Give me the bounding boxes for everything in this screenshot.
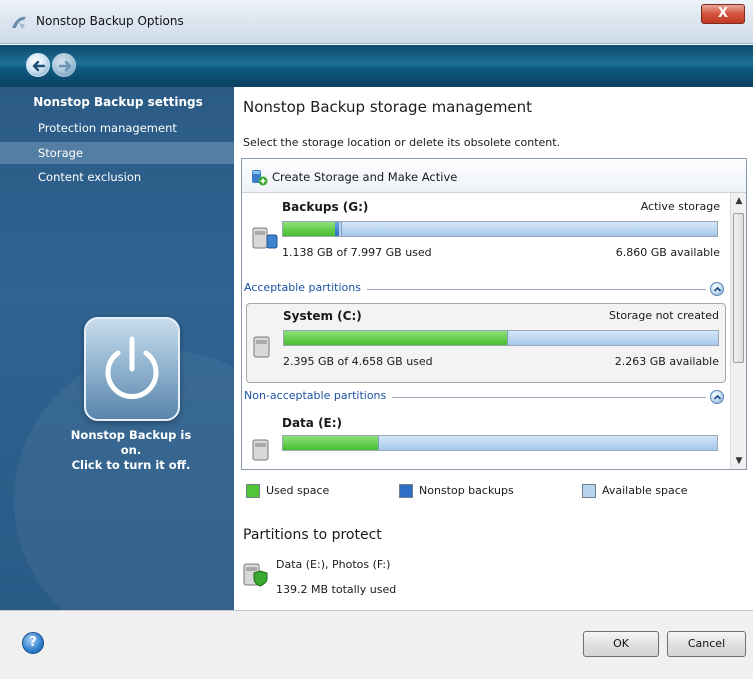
available-space-segment: [507, 331, 718, 345]
back-button[interactable]: [26, 53, 50, 77]
forward-arrow-icon: [58, 60, 72, 72]
partitions-to-protect-title: Partitions to protect: [243, 527, 382, 543]
sidebar-item-protection-management[interactable]: Protection management: [0, 117, 234, 139]
chevron-up-icon: [713, 286, 722, 292]
scroll-down-button[interactable]: ▼: [731, 453, 747, 469]
backups-swatch: [399, 484, 413, 498]
scroll-up-button[interactable]: ▲: [731, 193, 747, 209]
add-storage-icon: [252, 170, 268, 186]
cancel-button[interactable]: Cancel: [667, 631, 746, 657]
close-button[interactable]: X: [701, 4, 745, 24]
available-swatch: [582, 484, 596, 498]
legend-used: Used space: [246, 483, 329, 499]
collapse-non-acceptable-button[interactable]: [710, 390, 724, 404]
storage-scroll-area[interactable]: Backups (G:) Active storage 1.138 GB of …: [242, 193, 730, 469]
storage-drive-icon: [252, 227, 278, 249]
protected-size-text: 139.2 MB totally used: [276, 583, 397, 596]
usage-bar: [282, 221, 718, 237]
non-acceptable-partitions-label: Non-acceptable partitions: [244, 389, 393, 402]
drive-system-c[interactable]: System (C:) Storage not created 2.395 GB…: [246, 303, 726, 383]
create-storage-button[interactable]: Create Storage and Make Active: [250, 168, 457, 186]
back-arrow-icon: [32, 60, 46, 72]
help-button[interactable]: ?: [22, 632, 44, 654]
drive-status: Active storage: [640, 200, 720, 213]
hard-drive-icon: [253, 336, 270, 358]
page-title: Nonstop Backup storage management: [243, 98, 533, 116]
power-icon: [105, 336, 159, 399]
drive-available-text: 6.860 GB available: [615, 246, 720, 259]
protected-drive-icon[interactable]: [243, 561, 269, 587]
scrollbar-thumb[interactable]: [733, 213, 744, 363]
usage-bar: [282, 435, 718, 451]
navigation-bar: [0, 45, 753, 87]
status-line-1: Nonstop Backup is: [70, 428, 192, 442]
sidebar-heading: Nonstop Backup settings: [33, 95, 203, 109]
vertical-scrollbar[interactable]: ▲ ▼: [730, 193, 746, 469]
drive-used-text: 1.138 GB of 7.997 GB used: [282, 246, 432, 259]
usage-bar: [283, 330, 719, 346]
forward-button[interactable]: [52, 53, 76, 77]
used-space-segment: [283, 436, 379, 450]
non-acceptable-partitions-header: Non-acceptable partitions: [242, 388, 730, 406]
title-bar: Nonstop Backup Options X: [0, 0, 753, 44]
used-swatch: [246, 484, 260, 498]
legend-available-label: Available space: [602, 484, 688, 497]
collapse-acceptable-button[interactable]: [710, 282, 724, 296]
sidebar-item-storage[interactable]: Storage: [0, 142, 234, 164]
legend-backups: Nonstop backups: [399, 483, 514, 499]
legend-used-label: Used space: [266, 484, 330, 497]
available-space-segment: [378, 436, 717, 450]
acceptable-partitions-label: Acceptable partitions: [244, 281, 367, 294]
storage-list-panel: Create Storage and Make Active Backups (…: [241, 158, 747, 470]
sidebar-item-content-exclusion[interactable]: Content exclusion: [0, 166, 234, 188]
drive-backups-g[interactable]: Backups (G:) Active storage 1.138 GB of …: [246, 195, 726, 275]
ok-button[interactable]: OK: [583, 631, 659, 657]
protected-partitions-text[interactable]: Data (E:), Photos (F:): [276, 558, 390, 571]
drive-data-e[interactable]: Data (E:): [246, 411, 726, 469]
storage-toolbar: Create Storage and Make Active: [242, 159, 746, 193]
used-space-segment: [284, 331, 508, 345]
legend-backups-label: Nonstop backups: [419, 484, 514, 497]
backup-space-segment: [335, 222, 339, 236]
hard-drive-icon: [252, 439, 269, 461]
main-panel: Nonstop Backup storage management Select…: [234, 87, 753, 610]
window-title: Nonstop Backup Options: [36, 14, 184, 28]
status-line-3: Click to turn it off.: [71, 458, 191, 472]
drive-used-text: 2.395 GB of 4.658 GB used: [283, 355, 433, 368]
drive-name: Backups (G:): [282, 200, 369, 214]
create-storage-label: Create Storage and Make Active: [272, 170, 458, 184]
drive-available-text: 2.263 GB available: [614, 355, 719, 368]
legend-available: Available space: [582, 483, 688, 499]
used-space-segment: [283, 222, 336, 236]
drive-name: Data (E:): [282, 416, 343, 430]
chevron-up-icon: [713, 394, 722, 400]
backup-status-text[interactable]: Nonstop Backup is on. Click to turn it o…: [30, 428, 232, 473]
legend: Used space Nonstop backups Available spa…: [246, 483, 746, 499]
page-description: Select the storage location or delete it…: [243, 136, 561, 149]
nonstop-backup-app-icon: [12, 16, 26, 29]
status-line-2: on.: [120, 443, 142, 457]
power-toggle-button[interactable]: [84, 317, 180, 421]
dialog-footer: ? OK Cancel: [0, 610, 753, 679]
drive-status: Storage not created: [609, 309, 719, 322]
available-space-segment: [340, 222, 717, 236]
acceptable-partitions-header: Acceptable partitions: [242, 280, 730, 298]
drive-name: System (C:): [283, 309, 362, 323]
sidebar: Nonstop Backup settings Protection manag…: [0, 87, 234, 610]
